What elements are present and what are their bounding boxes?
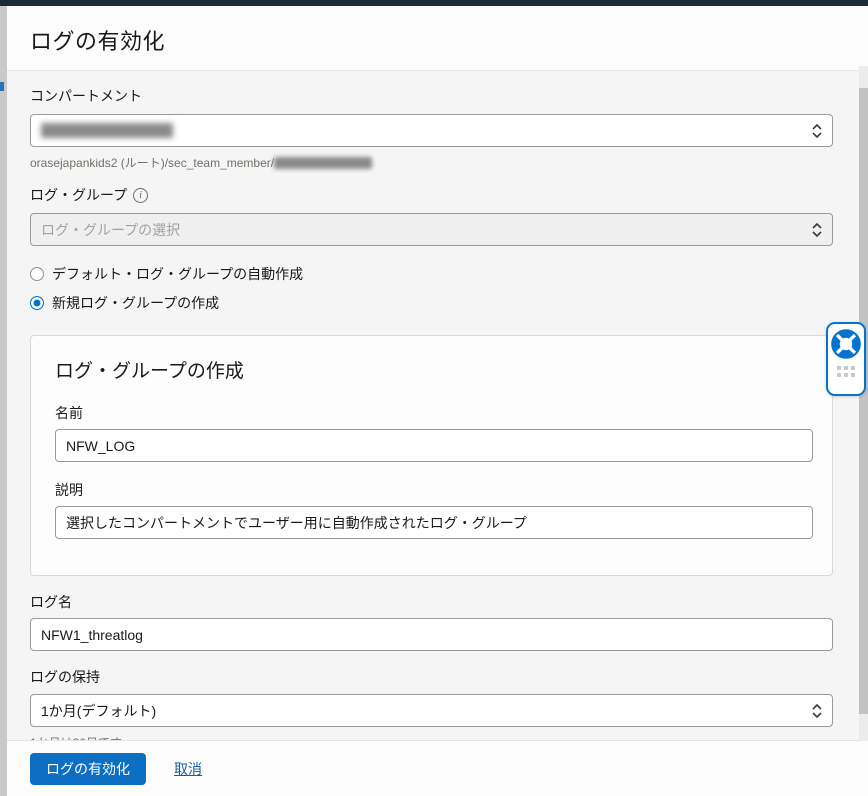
radio-auto-default-label: デフォルト・ログ・グループの自動作成 bbox=[52, 264, 303, 284]
radio-create-new-log-group[interactable]: 新規ログ・グループの作成 bbox=[30, 293, 868, 313]
compartment-redacted-value bbox=[41, 123, 173, 138]
retention-label: ログの保持 bbox=[30, 667, 868, 687]
enable-log-panel: ログの有効化 コンパートメント orasejapankids2 (ルート)/se… bbox=[7, 6, 868, 796]
log-name-input[interactable] bbox=[30, 618, 833, 651]
support-chat-widget[interactable] bbox=[826, 322, 866, 396]
drag-handle-dots-icon[interactable] bbox=[837, 366, 855, 377]
log-group-name-input[interactable] bbox=[55, 429, 813, 462]
life-ring-icon bbox=[831, 329, 861, 359]
cancel-link[interactable]: 取消 bbox=[174, 759, 202, 779]
chevron-updown-icon bbox=[812, 222, 822, 238]
log-group-label: ログ・グループ bbox=[30, 185, 127, 205]
chevron-updown-icon bbox=[812, 123, 822, 139]
compartment-select[interactable] bbox=[30, 114, 833, 147]
background-page-edge bbox=[0, 6, 7, 796]
log-name-label: ログ名 bbox=[30, 592, 868, 612]
background-page-fragment bbox=[0, 82, 4, 91]
radio-checked-icon bbox=[30, 296, 44, 310]
create-log-group-title: ログ・グループの作成 bbox=[55, 356, 808, 383]
compartment-path-redacted bbox=[274, 157, 372, 169]
enable-log-button[interactable]: ログの有効化 bbox=[30, 753, 146, 785]
create-log-group-card: ログ・グループの作成 名前 説明 bbox=[30, 335, 833, 576]
log-group-description-input[interactable] bbox=[55, 506, 813, 539]
radio-auto-default-log-group[interactable]: デフォルト・ログ・グループの自動作成 bbox=[30, 264, 868, 284]
log-group-select: ログ・グループの選択 bbox=[30, 213, 833, 246]
panel-body: コンパートメント orasejapankids2 (ルート)/sec_team_… bbox=[7, 72, 868, 746]
panel-footer: ログの有効化 取消 bbox=[7, 740, 868, 796]
retention-selected-value: 1か月(デフォルト) bbox=[41, 701, 156, 721]
scrollbar-thumb[interactable] bbox=[859, 88, 868, 714]
page-title: ログの有効化 bbox=[7, 6, 868, 56]
name-label: 名前 bbox=[55, 403, 808, 423]
log-group-select-placeholder: ログ・グループの選択 bbox=[41, 220, 180, 240]
window-top-bar bbox=[0, 0, 868, 6]
info-icon[interactable]: i bbox=[133, 188, 148, 203]
log-group-mode-radio-group: デフォルト・ログ・グループの自動作成 新規ログ・グループの作成 bbox=[30, 264, 868, 313]
chevron-updown-icon bbox=[812, 703, 822, 719]
retention-select[interactable]: 1か月(デフォルト) bbox=[30, 694, 833, 727]
scrollbar-track bbox=[859, 66, 868, 741]
radio-create-new-label: 新規ログ・グループの作成 bbox=[52, 293, 219, 313]
compartment-label: コンパートメント bbox=[30, 86, 868, 106]
compartment-path-prefix: orasejapankids2 (ルート)/sec_team_member/ bbox=[30, 156, 274, 170]
radio-unchecked-icon bbox=[30, 267, 44, 281]
panel-header: ログの有効化 bbox=[7, 6, 868, 71]
compartment-path: orasejapankids2 (ルート)/sec_team_member/ bbox=[30, 154, 868, 171]
description-label: 説明 bbox=[55, 480, 808, 500]
